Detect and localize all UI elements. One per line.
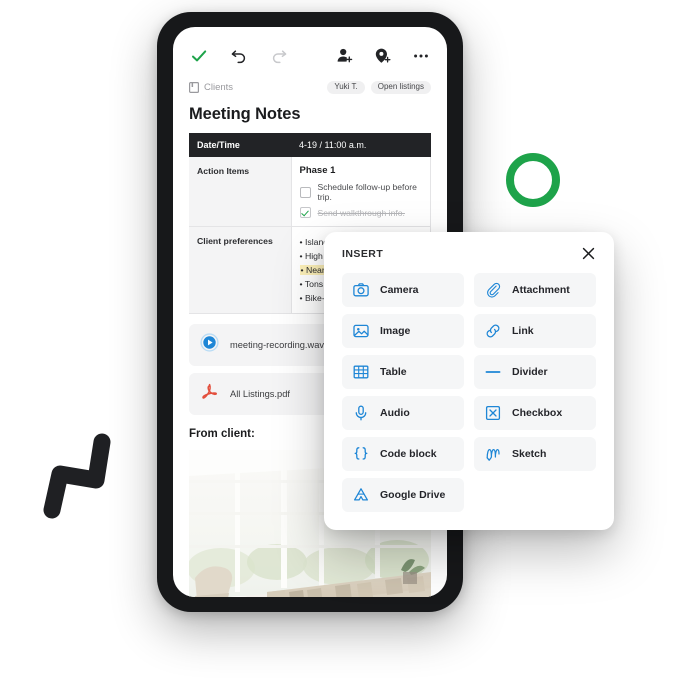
insert-option-label: Code block (380, 448, 437, 460)
row-value-action-items: Phase 1 Schedule follow-up before trip. … (291, 157, 431, 227)
insert-option-divider[interactable]: Divider (474, 355, 596, 389)
insert-panel: INSERT Camera Attachment Image Link Tabl… (324, 232, 614, 530)
microphone-icon (353, 405, 369, 421)
table-row-action-items: Action Items Phase 1 Schedule follow-up … (189, 157, 431, 227)
insert-option-google-drive[interactable]: Google Drive (342, 478, 464, 512)
insert-grid-empty-cell (474, 478, 596, 512)
insert-option-link[interactable]: Link (474, 314, 596, 348)
more-options-icon[interactable] (411, 46, 431, 66)
todo-item[interactable]: Schedule follow-up before trip. (299, 182, 423, 202)
play-circle-icon (200, 333, 219, 357)
google-drive-icon (353, 487, 369, 503)
header-key: Date/Time (189, 133, 291, 157)
checkbox-unchecked-icon[interactable] (299, 186, 311, 198)
insert-option-sketch[interactable]: Sketch (474, 437, 596, 471)
insert-option-camera[interactable]: Camera (342, 273, 464, 307)
redo-icon[interactable] (269, 46, 289, 66)
todo-label: Schedule follow-up before trip. (317, 182, 417, 202)
phase-label: Phase 1 (299, 165, 336, 176)
table-header-row: Date/Time 4-19 / 11:00 a.m. (189, 133, 431, 157)
insert-option-label: Table (380, 366, 407, 378)
insert-option-label: Divider (512, 366, 548, 378)
insert-panel-header: INSERT (342, 246, 596, 261)
add-person-icon[interactable] (335, 46, 355, 66)
pdf-icon (200, 382, 219, 406)
chip-group: Yuki T. Open listings (327, 80, 431, 94)
insert-options-grid: Camera Attachment Image Link Table Divid… (342, 273, 596, 512)
breadcrumb-row: Clients Yuki T. Open listings (173, 71, 447, 96)
notebook-icon (189, 81, 199, 93)
insert-panel-title: INSERT (342, 247, 384, 260)
chip-assignee[interactable]: Yuki T. (327, 80, 365, 94)
insert-option-label: Sketch (512, 448, 547, 460)
insert-option-audio[interactable]: Audio (342, 396, 464, 430)
link-icon (485, 323, 501, 339)
insert-option-label: Checkbox (512, 407, 563, 419)
image-icon (353, 323, 369, 339)
insert-option-attachment[interactable]: Attachment (474, 273, 596, 307)
todo-label: Send walkthrough info. (317, 207, 405, 218)
insert-option-label: Image (380, 325, 411, 337)
breadcrumb[interactable]: Clients (189, 82, 233, 93)
attachment-name: All Listings.pdf (230, 389, 290, 400)
insert-option-code-block[interactable]: Code block (342, 437, 464, 471)
checkbox-checked-icon[interactable] (299, 207, 311, 218)
row-key-client-preferences: Client preferences (189, 226, 292, 315)
insert-option-label: Link (512, 325, 534, 337)
divider-icon (485, 364, 501, 380)
checkbox-icon (485, 405, 501, 421)
insert-option-image[interactable]: Image (342, 314, 464, 348)
header-value: 4-19 / 11:00 a.m. (291, 133, 431, 157)
insert-option-label: Google Drive (380, 489, 446, 501)
code-braces-icon (353, 446, 369, 462)
close-icon[interactable] (581, 246, 596, 261)
insert-option-label: Attachment (512, 284, 570, 296)
breadcrumb-label: Clients (204, 81, 234, 93)
paperclip-icon (485, 282, 501, 298)
decorative-squiggle (30, 428, 114, 520)
insert-option-label: Camera (380, 284, 419, 296)
todo-item[interactable]: Send walkthrough info. (299, 207, 423, 218)
insert-option-label: Audio (380, 407, 410, 419)
undo-icon[interactable] (229, 46, 249, 66)
done-check-icon[interactable] (189, 46, 209, 66)
decorative-ring (506, 153, 560, 207)
add-marker-icon[interactable] (373, 46, 393, 66)
sketch-icon (485, 446, 501, 462)
chip-tag[interactable]: Open listings (370, 80, 431, 94)
app-toolbar (173, 27, 447, 71)
table-icon (353, 364, 369, 380)
insert-option-table[interactable]: Table (342, 355, 464, 389)
page-title: Meeting Notes (189, 105, 301, 123)
attachment-name: meeting-recording.wav (230, 340, 325, 351)
insert-option-checkbox[interactable]: Checkbox (474, 396, 596, 430)
row-key-action-items: Action Items (189, 157, 292, 227)
camera-icon (353, 282, 369, 298)
